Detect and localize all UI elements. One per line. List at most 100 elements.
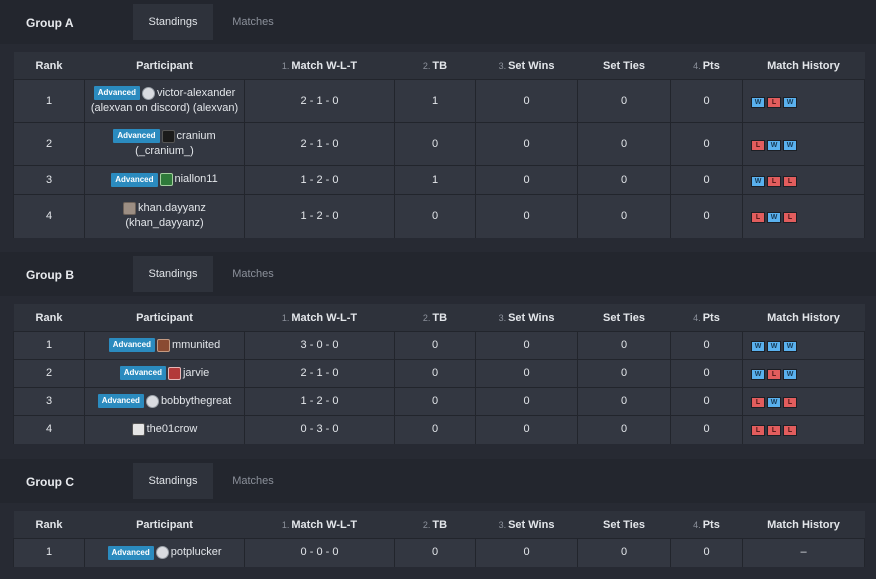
column-priority-number: 3. bbox=[498, 312, 507, 323]
table-row: 4 the01crow 0 - 3 - 00000LLL bbox=[13, 415, 865, 444]
rank-cell: 2 bbox=[13, 359, 85, 388]
column-header-tb[interactable]: 2. TB bbox=[394, 511, 476, 539]
match-result-badge[interactable]: L bbox=[767, 175, 781, 187]
set-ties-cell: 0 bbox=[577, 165, 671, 195]
match-result-badge[interactable]: L bbox=[783, 175, 797, 187]
match-result-badge[interactable]: L bbox=[767, 425, 781, 437]
participant-name[interactable]: bobbythegreat bbox=[161, 395, 231, 407]
column-header-match[interactable]: 1. Match W-L-T bbox=[244, 304, 395, 332]
match-result-badge[interactable]: L bbox=[751, 211, 765, 223]
column-header-tb[interactable]: 2. TB bbox=[394, 52, 476, 80]
match-result-badge[interactable]: W bbox=[783, 96, 797, 108]
tab-standings[interactable]: Standings bbox=[133, 256, 213, 292]
column-header-history[interactable]: Match History bbox=[742, 52, 865, 80]
column-header-label: Participant bbox=[136, 518, 193, 531]
rank-cell: 4 bbox=[13, 194, 85, 238]
match-result-badge[interactable]: W bbox=[767, 341, 781, 352]
participant-name[interactable]: jarvie bbox=[183, 367, 209, 379]
match-result-badge[interactable]: W bbox=[767, 397, 781, 408]
column-header-history[interactable]: Match History bbox=[742, 511, 865, 539]
column-header-rank[interactable]: Rank bbox=[13, 52, 85, 80]
set-ties-cell: 0 bbox=[577, 79, 671, 123]
set-ties-cell: 0 bbox=[577, 122, 671, 166]
tab-standings[interactable]: Standings bbox=[133, 463, 213, 499]
match-result-badge[interactable]: W bbox=[751, 369, 765, 380]
column-header-set-wins[interactable]: 3. Set Wins bbox=[475, 52, 578, 80]
advanced-badge: Advanced bbox=[97, 394, 144, 409]
match-result-badge[interactable]: L bbox=[783, 397, 797, 408]
participant-name[interactable]: niallon11 bbox=[175, 173, 218, 185]
tab-matches[interactable]: Matches bbox=[213, 256, 293, 292]
column-header-label: Pts bbox=[702, 518, 720, 531]
column-header-set-ties[interactable]: Set Ties bbox=[577, 52, 671, 80]
column-header-label: Match W-L-T bbox=[291, 518, 358, 531]
group-title: Group B bbox=[26, 268, 74, 282]
match-result-badge[interactable]: L bbox=[783, 211, 797, 223]
column-header-participant[interactable]: Participant bbox=[84, 52, 245, 80]
column-header-label: Set Ties bbox=[603, 311, 645, 324]
match-result-badge[interactable]: L bbox=[751, 139, 765, 151]
participant-name[interactable]: potplucker bbox=[171, 546, 222, 558]
participant-cell: Advanced cranium (_cranium_) bbox=[84, 122, 245, 166]
match-history-cell: LWL bbox=[742, 194, 865, 238]
tab-matches[interactable]: Matches bbox=[213, 463, 293, 499]
tiebreak-cell: 0 bbox=[394, 415, 476, 444]
participant-name[interactable]: khan.dayyanz bbox=[138, 202, 206, 214]
set-ties-cell: 0 bbox=[577, 359, 671, 388]
column-header-pts[interactable]: 4. Pts bbox=[670, 304, 743, 332]
set-wins-cell: 0 bbox=[475, 387, 578, 416]
match-result-badge[interactable]: W bbox=[783, 341, 797, 352]
participant-name[interactable]: the01crow bbox=[147, 423, 198, 435]
tab-standings[interactable]: Standings bbox=[133, 4, 213, 40]
match-history-cell: – bbox=[742, 538, 865, 567]
table-row: 2 Advanced cranium (_cranium_) 2 - 1 - 00000… bbox=[13, 122, 865, 166]
match-result-badge[interactable]: W bbox=[751, 175, 765, 187]
column-header-match[interactable]: 1. Match W-L-T bbox=[244, 511, 395, 539]
tiebreak-cell: 1 bbox=[394, 79, 476, 123]
column-header-label: Match W-L-T bbox=[291, 311, 358, 324]
standings-table: Rank Participant 1. Match W-L-T 2. TB 3. Set Wi… bbox=[13, 304, 865, 444]
match-result-badge[interactable]: L bbox=[767, 96, 781, 108]
match-result-badge[interactable]: W bbox=[767, 211, 781, 223]
column-header-label: Rank bbox=[35, 59, 63, 72]
match-result-badge[interactable]: W bbox=[783, 369, 797, 380]
column-header-set-ties[interactable]: Set Ties bbox=[577, 511, 671, 539]
column-header-pts[interactable]: 4. Pts bbox=[670, 52, 743, 80]
match-result-badge[interactable]: L bbox=[767, 369, 781, 380]
column-header-label: TB bbox=[432, 59, 448, 72]
rank-cell: 1 bbox=[13, 331, 85, 360]
column-header-rank[interactable]: Rank bbox=[13, 511, 85, 539]
advanced-badge: Advanced bbox=[113, 129, 160, 144]
match-result-badge[interactable]: W bbox=[767, 139, 781, 151]
crow-avatar-icon bbox=[131, 423, 145, 437]
match-history-cell: WLW bbox=[742, 359, 865, 388]
column-header-set-wins[interactable]: 3. Set Wins bbox=[475, 304, 578, 332]
participant-name[interactable]: mmunited bbox=[172, 339, 220, 351]
discord-avatar-icon bbox=[145, 394, 159, 408]
column-header-set-ties[interactable]: Set Ties bbox=[577, 304, 671, 332]
column-header-participant[interactable]: Participant bbox=[84, 511, 245, 539]
participant-name[interactable]: victor-alexander bbox=[157, 87, 235, 99]
match-result-badge[interactable]: W bbox=[783, 139, 797, 151]
table-row: 3 Advanced bobbythegreat 1 - 2 - 00000LWL bbox=[13, 387, 865, 416]
column-header-participant[interactable]: Participant bbox=[84, 304, 245, 332]
column-header-rank[interactable]: Rank bbox=[13, 304, 85, 332]
match-result-badge[interactable]: L bbox=[751, 425, 765, 437]
table-header-row: Rank Participant 1. Match W-L-T 2. TB 3. Set Wi… bbox=[13, 52, 865, 80]
column-header-match[interactable]: 1. Match W-L-T bbox=[244, 52, 395, 80]
match-result-badge[interactable]: W bbox=[751, 96, 765, 108]
participant-name[interactable]: cranium bbox=[177, 130, 216, 142]
column-header-set-wins[interactable]: 3. Set Wins bbox=[475, 511, 578, 539]
column-header-tb[interactable]: 2. TB bbox=[394, 304, 476, 332]
column-header-pts[interactable]: 4. Pts bbox=[670, 511, 743, 539]
match-result-badge[interactable]: L bbox=[751, 397, 765, 408]
tab-matches[interactable]: Matches bbox=[213, 4, 293, 40]
advanced-badge: Advanced bbox=[93, 86, 140, 101]
participant-cell: Advanced victor-alexander (alexvan on disc… bbox=[84, 79, 245, 123]
group-title: Group C bbox=[26, 475, 74, 489]
skull-avatar-icon bbox=[161, 129, 175, 143]
column-header-history[interactable]: Match History bbox=[742, 304, 865, 332]
match-result-badge[interactable]: L bbox=[783, 425, 797, 437]
match-result-badge[interactable]: W bbox=[751, 341, 765, 352]
tiebreak-cell: 1 bbox=[394, 165, 476, 195]
